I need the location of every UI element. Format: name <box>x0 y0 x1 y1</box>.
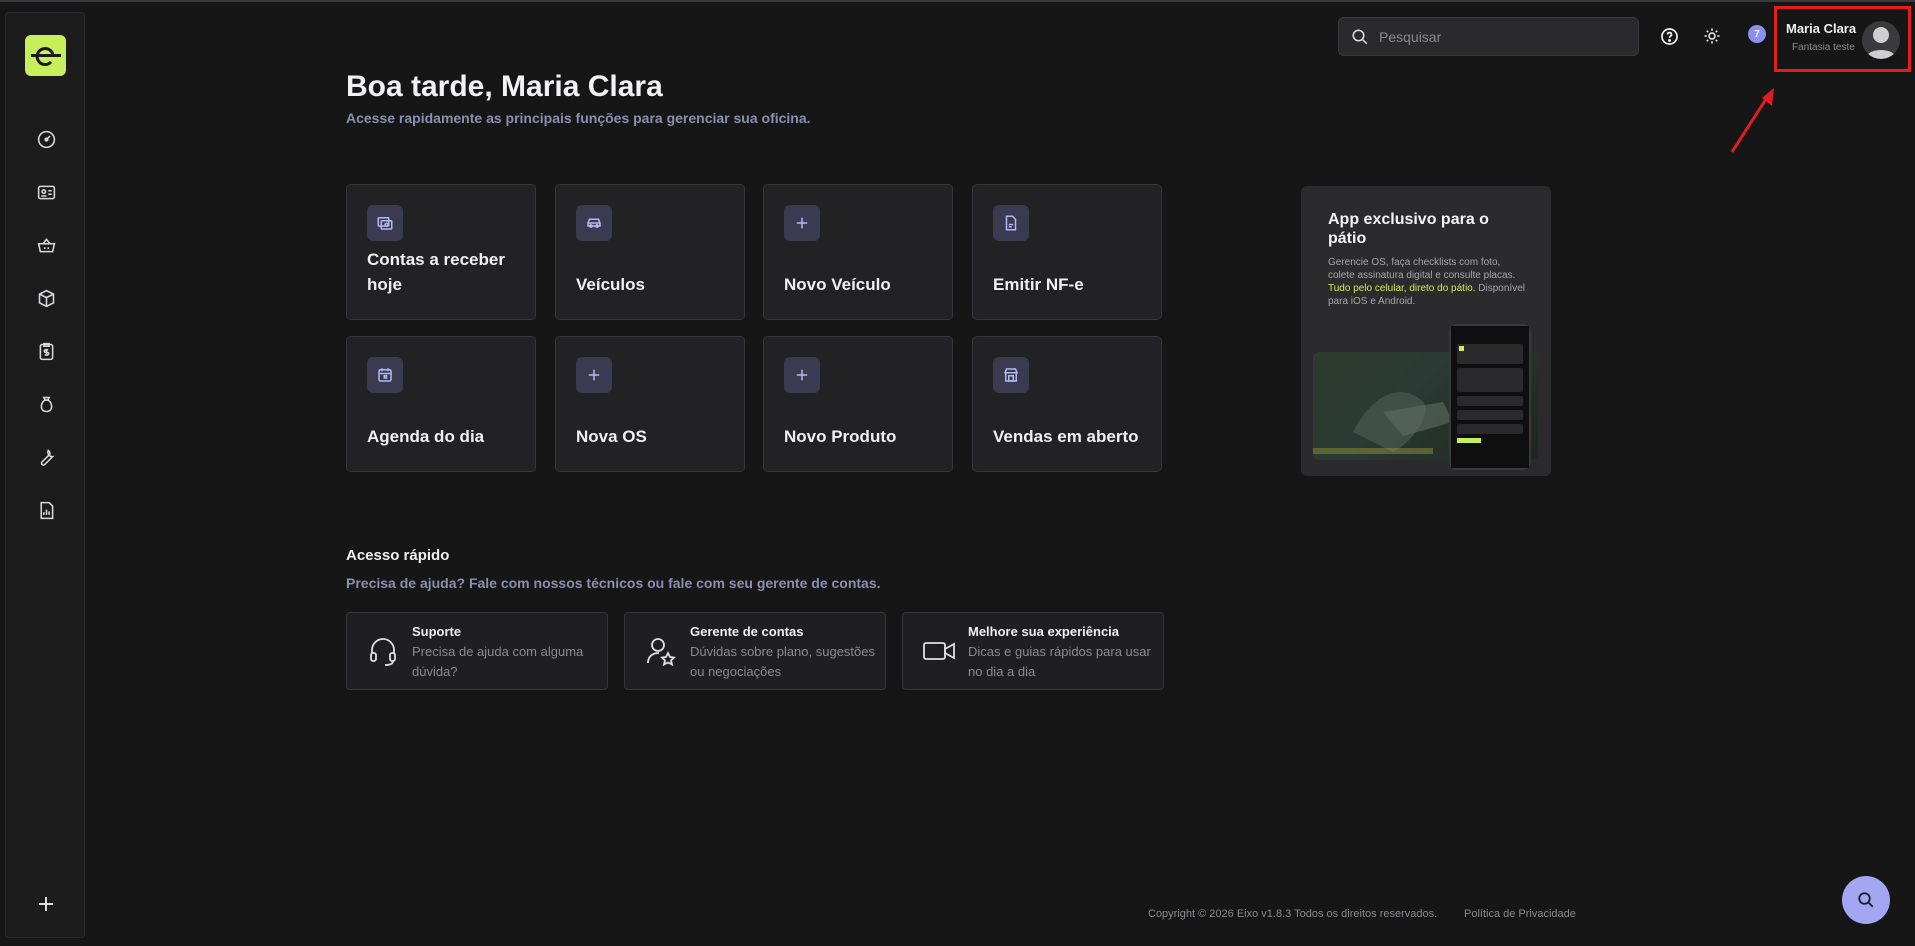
user-name: Maria Clara <box>1786 21 1857 36</box>
notifications-badge[interactable]: 7 <box>1748 25 1766 43</box>
phone-mockup <box>1449 324 1531 470</box>
card-label: Novo Produto <box>784 427 897 446</box>
box-icon[interactable] <box>33 285 59 311</box>
card-novo-veiculo[interactable]: Novo Veículo <box>763 184 953 320</box>
card-label: Novo Veículo <box>784 275 891 294</box>
add-icon[interactable] <box>33 891 59 917</box>
experience-card[interactable]: Melhore sua experiência Dicas e guias rá… <box>902 612 1164 690</box>
avatar <box>1862 21 1900 59</box>
experience-title: Melhore sua experiência <box>968 624 1120 639</box>
support-title: Suporte <box>412 624 462 639</box>
theme-toggle-icon[interactable] <box>1701 25 1723 47</box>
card-label: Agenda do dia <box>367 427 485 446</box>
plus-icon <box>784 205 820 241</box>
eixo-logo-icon[interactable] <box>25 35 66 76</box>
user-star-icon <box>643 633 679 669</box>
video-icon <box>921 633 957 669</box>
privacy-policy-link[interactable]: Política de Privacidade <box>1464 908 1576 920</box>
search-bar[interactable] <box>1338 17 1639 56</box>
document-icon <box>993 205 1029 241</box>
app-promo-banner[interactable]: App exclusivo para o pátio Gerencie OS, … <box>1301 186 1551 476</box>
plus-icon <box>784 357 820 393</box>
floating-search-button[interactable] <box>1842 876 1890 924</box>
card-contas-a-receber[interactable]: Contas a receber hoje <box>346 184 536 320</box>
support-description: Precisa de ajuda com alguma dúvida? <box>412 644 584 679</box>
calendar-icon <box>367 357 403 393</box>
account-manager-card[interactable]: Gerente de contas Dúvidas sobre plano, s… <box>624 612 886 690</box>
card-nova-os[interactable]: Nova OS <box>555 336 745 472</box>
card-label: Contas a receber hoje <box>367 250 505 294</box>
search-icon <box>1352 29 1368 44</box>
car-icon <box>576 205 612 241</box>
plus-icon <box>576 357 612 393</box>
report-icon[interactable] <box>33 497 59 523</box>
card-label: Vendas em aberto <box>993 427 1139 446</box>
dashboard-icon[interactable] <box>33 126 59 152</box>
promo-text: Gerencie OS, faça checklists com foto, c… <box>1328 257 1525 307</box>
top-border <box>0 0 1915 2</box>
notification-count: 7 <box>1754 28 1760 40</box>
card-label: Veículos <box>576 275 645 294</box>
user-menu[interactable]: Maria Clara Fantasia teste <box>1774 6 1911 72</box>
id-card-icon[interactable] <box>33 179 59 205</box>
help-icon[interactable] <box>1658 25 1680 47</box>
support-card[interactable]: Suporte Precisa de ajuda com alguma dúvi… <box>346 612 608 690</box>
card-vendas-em-aberto[interactable]: Vendas em aberto <box>972 336 1162 472</box>
money-calendar-icon <box>367 205 403 241</box>
copyright-text: Copyright © 2026 Eixo v1.8.3 Todos os di… <box>1148 908 1438 920</box>
card-novo-produto[interactable]: Novo Produto <box>763 336 953 472</box>
store-icon <box>993 357 1029 393</box>
wrench-icon[interactable] <box>33 444 59 470</box>
quick-access-title: Acesso rápido <box>346 547 450 564</box>
account-manager-description: Dúvidas sobre plano, sugestões ou negoci… <box>690 644 876 679</box>
basket-icon[interactable] <box>33 232 59 258</box>
card-emitir-nfe[interactable]: Emitir NF-e <box>972 184 1162 320</box>
sidebar <box>5 12 85 938</box>
annotation-arrow <box>1730 88 1774 153</box>
promo-title: App exclusivo para o pátio <box>1328 211 1489 247</box>
invoice-icon[interactable] <box>33 338 59 364</box>
search-icon <box>1858 892 1874 908</box>
search-input[interactable] <box>1379 28 1619 45</box>
page-title: Boa tarde, Maria Clara <box>346 70 663 103</box>
page-subtitle: Acesse rapidamente as principais funções… <box>346 110 811 126</box>
card-agenda-do-dia[interactable]: Agenda do dia <box>346 336 536 472</box>
experience-description: Dicas e guias rápidos para usar no dia a… <box>968 644 1151 679</box>
headset-icon <box>365 633 401 669</box>
quick-access-subtitle: Precisa de ajuda? Fale com nossos técnic… <box>346 575 881 591</box>
money-bag-icon[interactable] <box>33 391 59 417</box>
account-manager-title: Gerente de contas <box>690 624 804 639</box>
card-label: Nova OS <box>576 427 647 446</box>
card-veiculos[interactable]: Veículos <box>555 184 745 320</box>
user-company: Fantasia teste <box>1792 42 1855 53</box>
card-label: Emitir NF-e <box>993 275 1084 294</box>
